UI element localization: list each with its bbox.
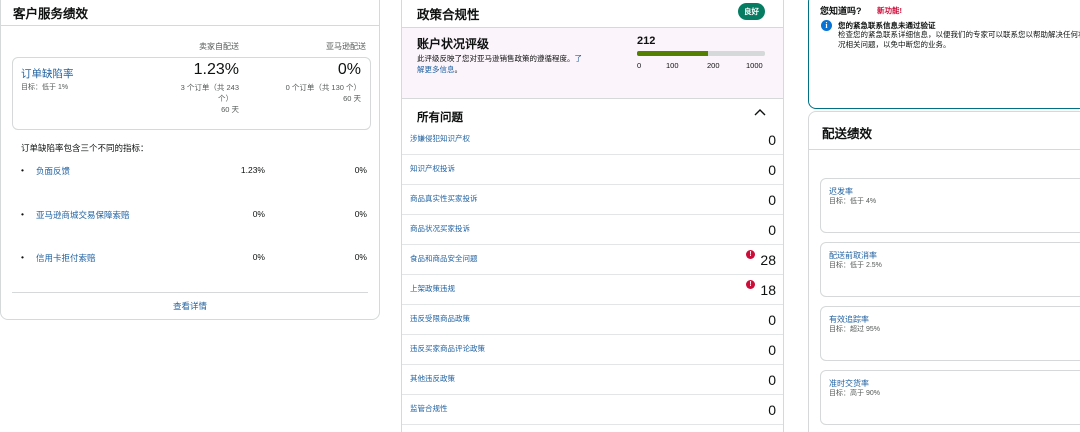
- order-defect-rate-target: 目标：低于 1%: [21, 84, 69, 91]
- issue-row: 商品真实性买家投诉 0: [402, 185, 783, 215]
- metric-row: • 亚马逊商城交易保障索赔 0% 0%: [21, 209, 367, 223]
- alert-icon: !: [746, 280, 755, 289]
- customer-service-title: 客户服务绩效: [13, 7, 89, 21]
- issue-count: 0: [768, 132, 776, 148]
- divider: [12, 292, 368, 293]
- issue-row: 食品和商品安全问题! 28: [402, 245, 783, 275]
- bullet: •: [21, 165, 24, 175]
- account-health-bar: [637, 51, 765, 56]
- bar-tick-label: 200: [707, 61, 720, 70]
- issue-count: 0: [768, 402, 776, 418]
- fba-column-header: 亚马逊配送: [326, 42, 366, 51]
- alert-icon: !: [746, 250, 755, 259]
- view-details-link[interactable]: 查看详情: [1, 300, 379, 312]
- bullet: •: [21, 209, 24, 219]
- issue-link[interactable]: 知识产权投诉: [410, 163, 455, 174]
- issue-row: 监管合规性 0: [402, 395, 783, 425]
- did-you-know-card: 您知道吗? 新功能! i 您的紧急联系信息未通过验证 检查您的紧急联系详细信息，…: [808, 0, 1080, 109]
- odr-fba-value: 0%: [337, 61, 361, 78]
- account-health-score: 212: [637, 35, 656, 47]
- metric-fba-value: 0%: [354, 165, 367, 175]
- status-badge: 良好: [738, 3, 765, 20]
- learn-more-link[interactable]: 解更多信息: [417, 65, 455, 74]
- issue-link[interactable]: 商品状况买家投诉: [410, 223, 470, 234]
- issue-count: 0: [768, 222, 776, 238]
- chevron-up-icon[interactable]: [751, 103, 769, 121]
- policy-compliance-title: 政策合规性: [417, 8, 480, 22]
- issue-row: 知识产权投诉 0: [402, 155, 783, 185]
- odr-fbm-orders: 3 个订单（共 243 个） 60 天: [180, 83, 239, 114]
- metric-fbm-value: 0%: [252, 252, 265, 262]
- bullet: •: [21, 252, 24, 262]
- issue-count: 0: [768, 162, 776, 178]
- issue-row: 上架政策违规! 18: [402, 275, 783, 305]
- issue-row: 其他违反政策 0: [402, 365, 783, 395]
- bar-tick-label: 100: [666, 61, 679, 70]
- issue-link[interactable]: 商品真实性买家投诉: [410, 193, 478, 204]
- info-icon: i: [821, 20, 832, 31]
- issue-link[interactable]: 违反买家商品评论政策: [410, 343, 485, 354]
- shipping-metric-panel: 配送前取消率 目标：低于 2.5%: [820, 242, 1080, 297]
- order-defect-rate-panel: 订单缺陷率 目标：低于 1% 1.23% 3 个订单（共 243 个） 60 天…: [12, 57, 371, 130]
- odr-description: 订单缺陷率包含三个不同的指标：: [21, 143, 149, 153]
- shipping-metric-panel: 准时交货率 目标：高于 90%: [820, 370, 1080, 425]
- issue-count: 0: [768, 372, 776, 388]
- issue-count: 18: [760, 282, 776, 298]
- metric-a-to-z-claims-link[interactable]: 亚马逊商城交易保障索赔: [36, 209, 130, 221]
- metric-fba-value: 0%: [354, 252, 367, 262]
- odr-fbm-value: 1.23%: [193, 61, 239, 78]
- account-health-rating-panel: 账户状况评级 此评级反映了您对亚马逊销售政策的遵循程度。了 解更多信息。 212 …: [402, 28, 783, 98]
- issue-link[interactable]: 食品和商品安全问题: [410, 253, 478, 264]
- shipping-metric-target: 目标：低于 2.5%: [829, 262, 882, 269]
- issue-count: 0: [768, 192, 776, 208]
- issue-link[interactable]: 违反受限商品政策: [410, 313, 470, 324]
- issue-count: 28: [760, 252, 776, 268]
- divider: [809, 149, 1080, 150]
- issue-row: 商品状况买家投诉 0: [402, 215, 783, 245]
- bar-tick-label: 0: [637, 61, 642, 70]
- emergency-contact-description: 检查您的紧急联系详细信息，以便我们的专家可以联系您以帮助解决任何状况相关问题，以…: [838, 30, 1080, 49]
- shipping-metric-target: 目标：高于 90%: [829, 390, 880, 397]
- account-health-rating-description: 此评级反映了您对亚马逊销售政策的遵循程度。了 解更多信息。: [417, 54, 583, 74]
- account-health-rating-title: 账户状况评级: [417, 37, 490, 51]
- new-feature-label: 新功能!: [877, 6, 902, 15]
- account-health-bar-fill: [637, 51, 709, 56]
- issue-count: 0: [768, 342, 776, 358]
- shipping-performance-title: 配送绩效: [822, 127, 873, 141]
- metric-fbm-value: 1.23%: [240, 165, 265, 175]
- all-issues-title: 所有问题: [417, 112, 463, 124]
- learn-more-link[interactable]: 了: [575, 54, 583, 63]
- issue-row: 涉嫌侵犯知识产权 0: [402, 125, 783, 155]
- did-you-know-title: 您知道吗?: [820, 6, 862, 16]
- metric-fba-value: 0%: [354, 209, 367, 219]
- divider: [402, 98, 783, 99]
- order-defect-rate-link[interactable]: 订单缺陷率: [21, 66, 74, 81]
- metric-chargeback-claims-link[interactable]: 信用卡拒付索赔: [36, 252, 96, 264]
- customer-service-card: 客户服务绩效 卖家自配送 亚马逊配送 订单缺陷率 目标：低于 1% 1.23% …: [0, 0, 380, 320]
- shipping-performance-card: 配送绩效 迟发率 目标：低于 4% 配送前取消率 目标：低于 2.5% 有效追踪…: [808, 111, 1080, 432]
- metric-row: • 负面反馈 1.23% 0%: [21, 165, 367, 179]
- metric-fbm-value: 0%: [252, 209, 265, 219]
- issue-link[interactable]: 上架政策违规: [410, 283, 455, 294]
- issue-link[interactable]: 其他违反政策: [410, 373, 455, 384]
- issue-row: 违反受限商品政策 0: [402, 305, 783, 335]
- issue-row: 违反买家商品评论政策 0: [402, 335, 783, 365]
- metric-negative-feedback-link[interactable]: 负面反馈: [36, 165, 70, 177]
- metric-row: • 信用卡拒付索赔 0% 0%: [21, 252, 367, 266]
- fbm-column-header: 卖家自配送: [199, 42, 239, 51]
- shipping-metric-panel: 迟发率 目标：低于 4%: [820, 178, 1080, 233]
- divider: [1, 25, 379, 26]
- issue-link[interactable]: 涉嫌侵犯知识产权: [410, 133, 470, 144]
- issue-count: 0: [768, 312, 776, 328]
- shipping-metric-panel: 有效追踪率 目标：超过 95%: [820, 306, 1080, 361]
- bar-tick-label: 1000: [746, 61, 763, 70]
- shipping-metric-target: 目标：低于 4%: [829, 198, 877, 205]
- issue-link[interactable]: 监管合规性: [410, 403, 448, 414]
- policy-compliance-card: 政策合规性 良好 账户状况评级 此评级反映了您对亚马逊销售政策的遵循程度。了 解更…: [401, 0, 784, 432]
- shipping-metric-target: 目标：超过 95%: [829, 326, 880, 333]
- odr-fba-orders: 0 个订单（共 130 个） 60 天: [285, 83, 361, 103]
